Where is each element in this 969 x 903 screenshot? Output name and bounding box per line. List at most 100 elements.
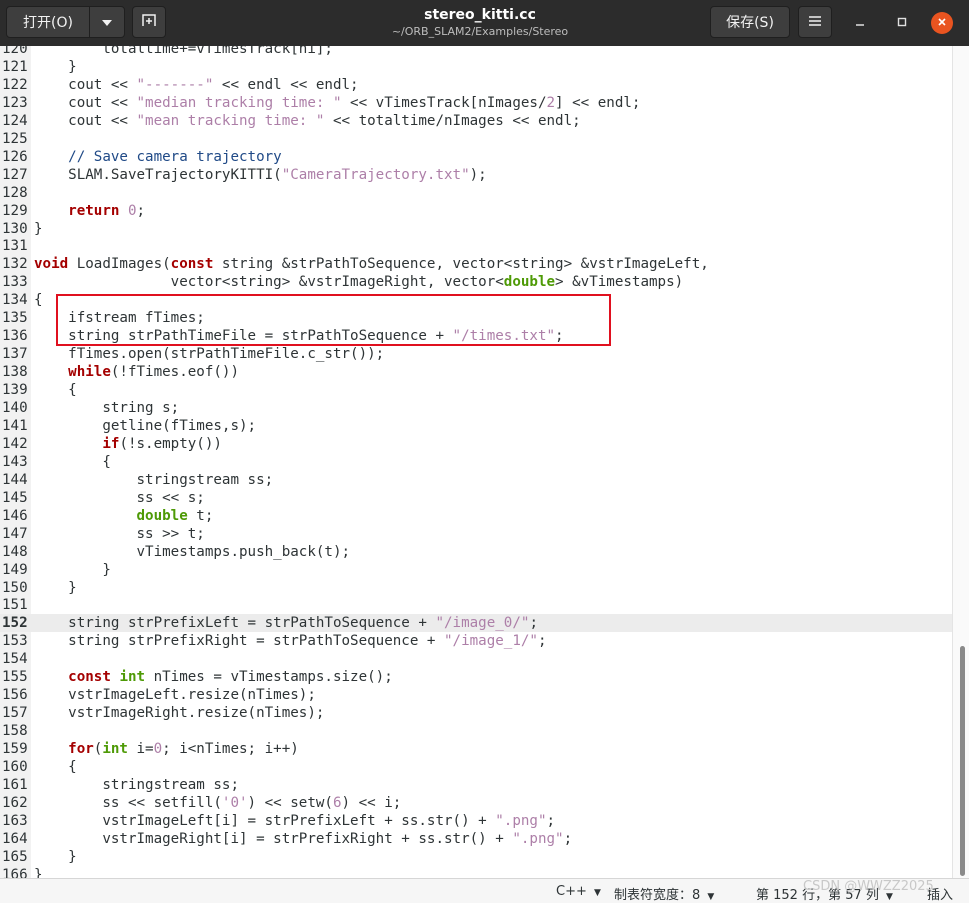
new-tab-icon (142, 13, 156, 31)
code-line[interactable]: 149 } (0, 561, 952, 579)
save-button[interactable]: 保存(S) (710, 6, 790, 38)
code-text: if(!s.empty()) (102, 435, 222, 452)
code-line[interactable]: 142 if(!s.empty()) (0, 435, 952, 453)
file-path: ~/ORB_SLAM2/Examples/Stereo (391, 25, 569, 38)
code-line[interactable]: 133 vector<string> &vstrImageRight, vect… (0, 273, 952, 291)
header-bar: 打开(O) stereo_kitti.cc ~/ORB_SLAM2/Exampl… (0, 0, 969, 46)
line-number: 135 (2, 310, 28, 327)
code-line[interactable]: 143 { (0, 453, 952, 471)
code-line[interactable]: 156 vstrImageLeft.resize(nTimes); (0, 686, 952, 704)
line-number: 141 (2, 417, 28, 434)
code-line[interactable]: 129 return 0; (0, 202, 952, 220)
code-line[interactable]: 154 (0, 650, 952, 668)
line-number: 131 (2, 238, 28, 255)
code-line[interactable]: 145 ss << s; (0, 489, 952, 507)
line-number: 121 (2, 58, 28, 75)
code-line[interactable]: 165 } (0, 848, 952, 866)
language-label: C++ (556, 884, 587, 899)
code-text: void LoadImages(const string &strPathToS… (34, 256, 709, 273)
code-text: stringstream ss; (34, 471, 274, 488)
line-number: 145 (2, 489, 28, 506)
code-line[interactable]: 125 (0, 130, 952, 148)
code-line[interactable]: 153 string strPrefixRight = strPathToSeq… (0, 632, 952, 650)
code-line[interactable]: 141 getline(fTimes,s); (0, 417, 952, 435)
line-number: 166 (2, 866, 28, 878)
code-text: SLAM.SaveTrajectoryKITTI("CameraTrajecto… (34, 166, 487, 183)
code-line[interactable]: 120 totaltime+=vTimesTrack[ni]; (0, 46, 952, 58)
line-number: 160 (2, 759, 28, 775)
code-line[interactable]: 150 } (0, 579, 952, 597)
code-line[interactable]: 164 vstrImageRight[i] = strPrefixRight +… (0, 830, 952, 848)
tab-width-selector[interactable]: 制表符宽度：8 ▼ (614, 884, 714, 903)
code-line[interactable]: 147 ss >> t; (0, 525, 952, 543)
code-text: } (34, 220, 43, 237)
code-line[interactable]: 128 (0, 184, 952, 202)
code-line[interactable]: 148 vTimestamps.push_back(t); (0, 543, 952, 561)
line-number: 158 (2, 723, 28, 740)
line-number: 162 (2, 794, 28, 811)
minimize-button[interactable] (849, 12, 871, 34)
code-line[interactable]: 163 vstrImageLeft[i] = strPrefixLeft + s… (0, 812, 952, 830)
code-line[interactable]: 155 const int nTimes = vTimestamps.size(… (0, 668, 952, 686)
line-number: 164 (2, 830, 28, 847)
code-line[interactable]: 160 { (0, 758, 952, 776)
code-editor[interactable]: 120 totaltime+=vTimesTrack[ni]; 121 } 122 … (0, 46, 952, 878)
code-text: cout << "mean tracking time: " << totalt… (34, 112, 581, 129)
line-number: 153 (2, 633, 28, 650)
language-selector[interactable]: C++ ▼ (556, 884, 601, 899)
code-line[interactable]: 151 (0, 596, 952, 614)
code-text: vector<string> &vstrImageRight, vector<d… (34, 274, 684, 291)
code-line[interactable]: 131 (0, 237, 952, 255)
code-line[interactable]: 140 string s; (0, 399, 952, 417)
code-line[interactable]: 121 } (0, 58, 952, 76)
code-line[interactable]: 144 stringstream ss; (0, 471, 952, 489)
code-line[interactable]: 123 cout << "median tracking time: " << … (0, 94, 952, 112)
code-line[interactable]: 130} (0, 220, 952, 238)
code-line[interactable]: 122 cout << "-------" << endl << endl; (0, 76, 952, 94)
code-text: vstrImageLeft.resize(nTimes); (34, 687, 316, 704)
line-number: 148 (2, 543, 28, 560)
line-number: 159 (2, 741, 28, 758)
code-text: fTimes.open(strPathTimeFile.c_str()); (34, 346, 385, 363)
line-number: 157 (2, 705, 28, 722)
code-line[interactable]: 139 { (0, 381, 952, 399)
code-text: { (34, 453, 111, 470)
open-recent-dropdown-button[interactable] (89, 6, 125, 38)
open-button[interactable]: 打开(O) (6, 6, 90, 38)
code-text: string s; (34, 400, 180, 416)
code-line[interactable]: 152 string strPrefixLeft = strPathToSequ… (0, 614, 952, 633)
code-text: string strPrefixLeft = strPathToSequence… (34, 615, 538, 632)
close-button[interactable] (931, 12, 953, 34)
code-text: // Save camera trajectory (68, 148, 282, 165)
code-line[interactable]: 138 while(!fTimes.eof()) (0, 363, 952, 381)
code-text: { (34, 759, 77, 775)
code-line[interactable]: 162 ss << setfill('0') << setw(6) << i; (0, 794, 952, 812)
code-line[interactable]: 157 vstrImageRight.resize(nTimes); (0, 704, 952, 722)
line-number: 137 (2, 346, 28, 363)
code-line[interactable]: 161 stringstream ss; (0, 776, 952, 794)
maximize-button[interactable] (891, 12, 913, 34)
code-line[interactable]: 127 SLAM.SaveTrajectoryKITTI("CameraTraj… (0, 166, 952, 184)
code-line[interactable]: 124 cout << "mean tracking time: " << to… (0, 112, 952, 130)
code-text: ss >> t; (34, 525, 205, 542)
code-line[interactable]: 146 double t; (0, 507, 952, 525)
vertical-scrollbar[interactable] (952, 46, 969, 878)
new-tab-button[interactable] (132, 6, 166, 38)
code-line[interactable]: 126 // Save camera trajectory (0, 148, 952, 166)
line-number: 165 (2, 848, 28, 865)
line-number: 125 (2, 130, 28, 147)
menu-button[interactable] (798, 6, 832, 38)
code-line[interactable]: 137 fTimes.open(strPathTimeFile.c_str())… (0, 345, 952, 363)
code-line[interactable]: 159 for(int i=0; i<nTimes; i++) (0, 740, 952, 758)
minimize-icon (855, 15, 865, 31)
code-text: ss << setfill('0') << setw(6) << i; (34, 794, 402, 811)
line-number: 152 (2, 615, 28, 632)
code-line[interactable]: 132 void LoadImages(const string &strPath… (0, 255, 952, 273)
code-line[interactable]: 158 (0, 722, 952, 740)
code-line[interactable]: 166} (0, 866, 952, 878)
scrollbar-thumb[interactable] (960, 646, 965, 876)
code-text: stringstream ss; (34, 776, 239, 793)
code-text: const int nTimes = vTimestamps.size(); (68, 669, 393, 686)
line-number: 154 (2, 651, 28, 668)
code-text: double t; (136, 507, 214, 524)
